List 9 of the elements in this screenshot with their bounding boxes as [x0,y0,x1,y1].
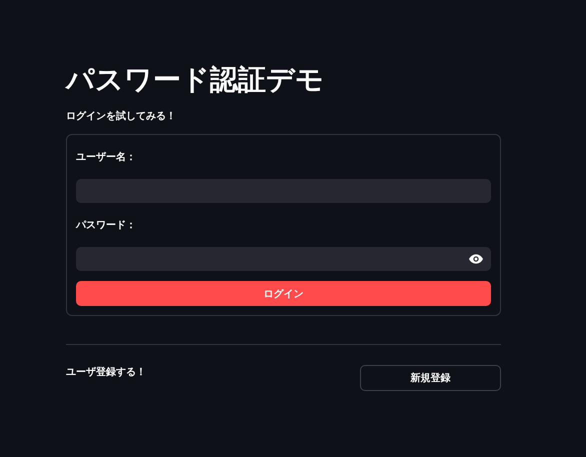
field-label: パスワード： [76,219,136,233]
eye-icon[interactable] [469,254,483,264]
password-field[interactable] [76,247,491,271]
caption: ログインを試してみる！ [66,110,176,124]
username-field[interactable] [76,179,491,203]
page-title: パスワード認証デモ [66,62,324,98]
field-label: ユーザー名： [76,151,136,165]
register-button[interactable]: 新規登録 [360,365,501,391]
register-prompt: ユーザ登録する！ [66,366,146,380]
